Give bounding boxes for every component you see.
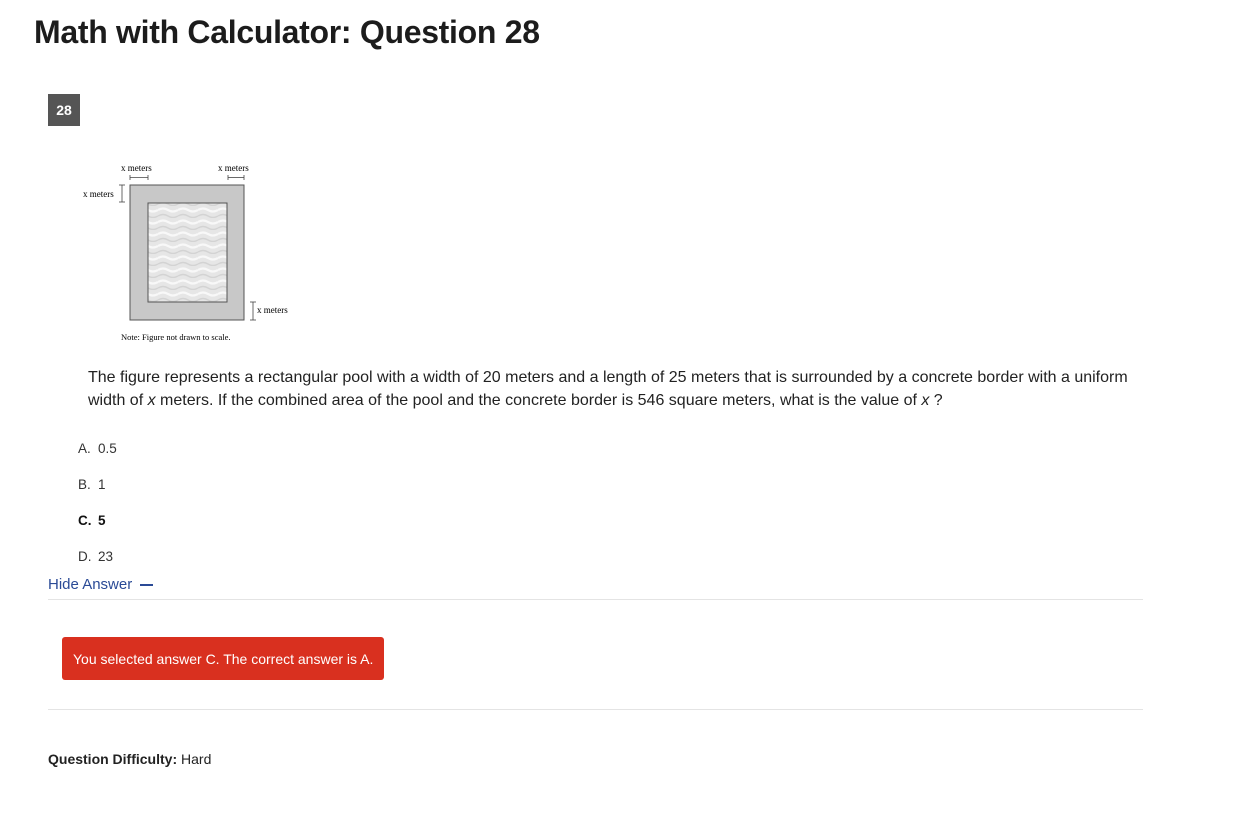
choice-letter: A. xyxy=(78,440,91,456)
choice-d[interactable]: D. 23 xyxy=(78,538,117,574)
difficulty-label: Question Difficulty: xyxy=(48,751,178,767)
question-difficulty: Question Difficulty: Hard xyxy=(48,751,211,767)
dimension-left-icon xyxy=(119,184,125,203)
choice-value: 23 xyxy=(98,548,114,564)
answer-feedback-alert: You selected answer C. The correct answe… xyxy=(62,637,385,680)
choice-value: 1 xyxy=(98,476,106,492)
divider xyxy=(48,599,1143,600)
question-text: The figure represents a rectangular pool… xyxy=(88,369,1128,409)
dimension-top-left-icon xyxy=(129,175,149,180)
dimension-top-right-icon xyxy=(227,175,245,180)
difficulty-value: Hard xyxy=(181,751,212,767)
figure-note: Note: Figure not drawn to scale. xyxy=(121,332,231,342)
collapse-icon xyxy=(140,583,154,586)
hide-answer-toggle[interactable]: Hide Answer xyxy=(48,576,154,593)
page-title: Math with Calculator: Question 28 xyxy=(34,14,540,50)
choice-letter: D. xyxy=(78,548,92,564)
choice-c[interactable]: C. 5 xyxy=(78,502,117,538)
choice-letter: B. xyxy=(78,476,91,492)
divider xyxy=(48,709,1143,710)
answer-choices: A. 0.5 B. 1 C. 5 D. 23 xyxy=(78,430,117,574)
choice-a[interactable]: A. 0.5 xyxy=(78,430,117,466)
choice-b[interactable]: B. 1 xyxy=(78,466,117,502)
choice-value: 5 xyxy=(98,512,106,528)
label-top-right: x meters xyxy=(218,163,249,173)
pool-figure: x meters x meters x meters x meters Note… xyxy=(83,163,288,342)
dimension-bottom-right-icon xyxy=(250,301,256,321)
label-top-left: x meters xyxy=(121,163,152,173)
label-left: x meters xyxy=(83,189,114,199)
pool-water xyxy=(147,202,228,303)
question-number-badge: 28 xyxy=(48,94,80,126)
hide-answer-label: Hide Answer xyxy=(48,576,133,593)
choice-value: 0.5 xyxy=(98,440,117,456)
choice-letter: C. xyxy=(78,512,92,528)
label-bottom-right: x meters xyxy=(257,305,288,315)
